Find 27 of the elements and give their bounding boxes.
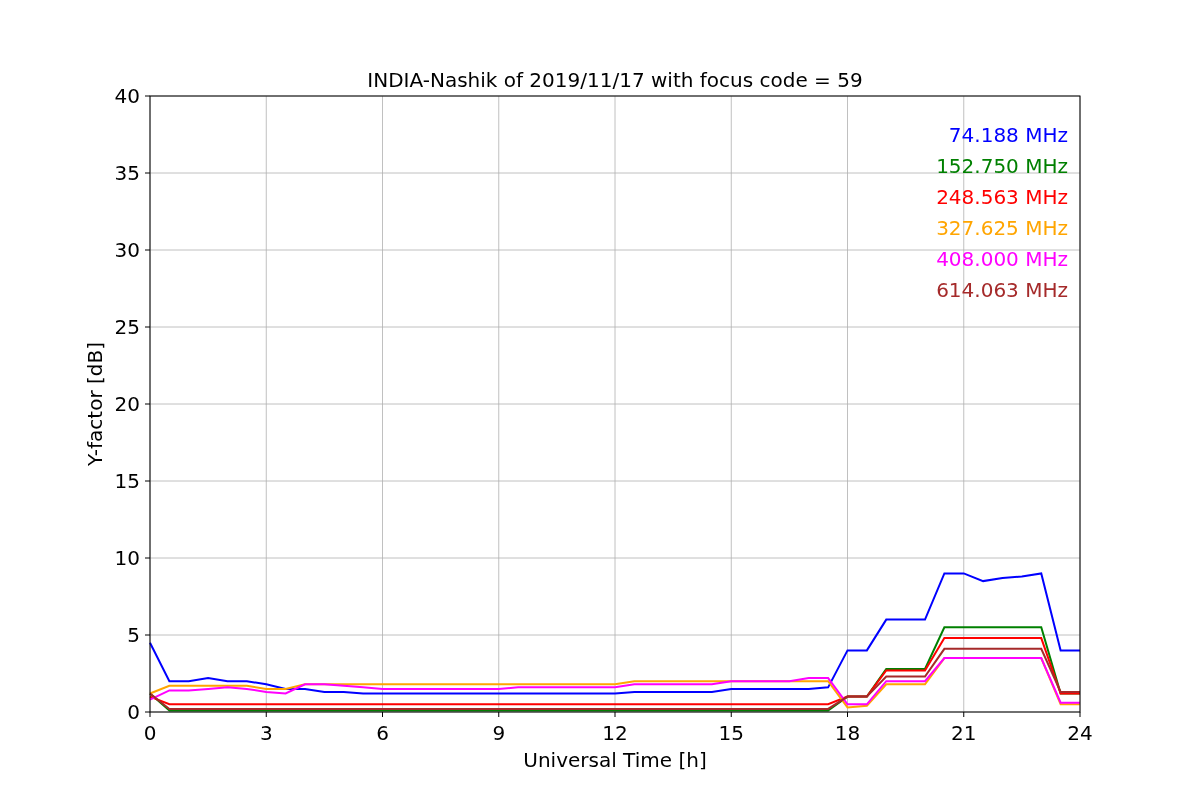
- legend-label: 248.563 MHz: [936, 185, 1068, 209]
- y-tick-label: 15: [114, 469, 140, 493]
- x-tick-label: 3: [259, 721, 273, 745]
- y-axis-label: Y-factor [dB]: [83, 342, 107, 466]
- legend-label: 408.000 MHz: [936, 247, 1068, 271]
- x-tick-label: 0: [143, 721, 157, 745]
- x-tick-label: 6: [376, 721, 389, 745]
- y-tick-label: 10: [114, 546, 140, 570]
- legend-label: 614.063 MHz: [936, 278, 1068, 302]
- legend-label: 327.625 MHz: [936, 216, 1068, 240]
- x-tick-label: 9: [492, 721, 506, 745]
- y-tick-label: 35: [114, 161, 140, 185]
- x-tick-label: 15: [718, 721, 744, 745]
- y-tick-label: 0: [127, 700, 140, 724]
- chart-title: INDIA-Nashik of 2019/11/17 with focus code = 59: [367, 68, 863, 92]
- x-tick-label: 21: [951, 721, 977, 745]
- y-tick-label: 5: [127, 623, 140, 647]
- y-tick-label: 40: [114, 84, 140, 108]
- x-tick-label: 24: [1067, 721, 1093, 745]
- x-tick-label: 12: [602, 721, 628, 745]
- x-tick-label: 18: [834, 721, 861, 745]
- legend-label: 74.188 MHz: [948, 123, 1068, 147]
- x-axis-label: Universal Time [h]: [523, 748, 707, 772]
- y-tick-label: 30: [114, 238, 140, 262]
- legend-label: 152.750 MHz: [936, 154, 1068, 178]
- y-tick-label: 25: [114, 315, 140, 339]
- y-tick-label: 20: [114, 392, 140, 416]
